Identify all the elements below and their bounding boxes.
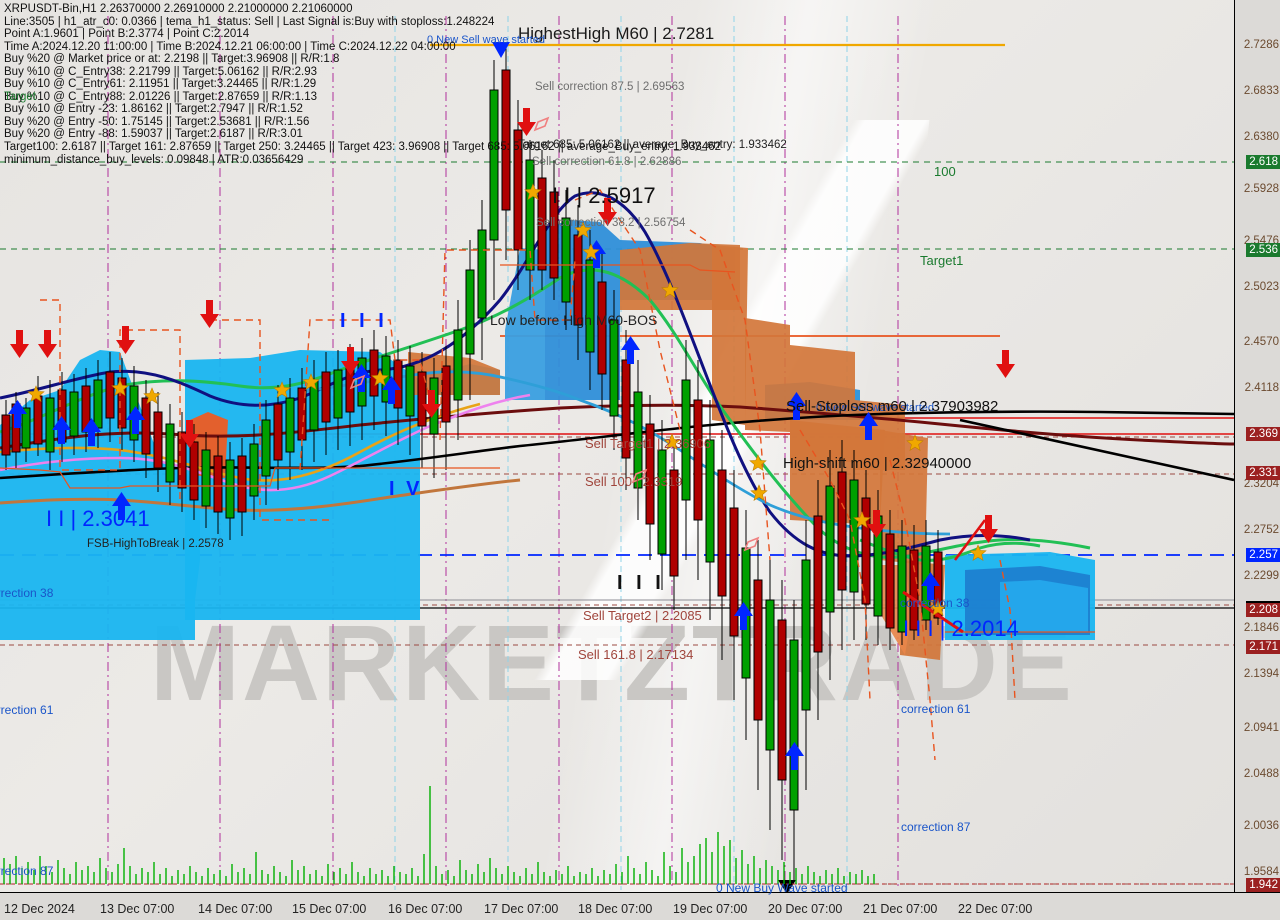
time-tick: 17 Dec 07:00 [484,902,559,916]
info-line: Time A:2024.12.20 11:00:00 | Time B:2024… [4,40,456,53]
price-level-badge: 1.942 [1246,878,1280,892]
annotation-correction38-right: correction 38 [900,596,970,610]
time-tick: 19 Dec 07:00 [673,902,748,916]
price-tick: 2.0036 [1243,820,1279,832]
time-tick: 13 Dec 07:00 [100,902,175,916]
price-tick: 2.7286 [1243,39,1279,51]
price-tick: 2.0488 [1243,768,1279,780]
info-line: Point A:1.9601 | Point B:2.3774 | Point … [4,28,250,41]
overlap-target-label: Target [4,91,36,103]
annotation-wave-iii-dark: I I I [617,572,665,594]
price-level-badge: 2.618 [1246,155,1280,169]
info-line: Line:3505 | h1_atr_c0: 0.0366 | tema_h1_… [4,15,495,28]
annotation-sell-stoploss: Sell-Stoploss m60 | 2.37903982 [786,398,999,415]
info-line: Buy %20 @ Entry -88: 1.59037 || Target:2… [4,128,303,141]
annotation-wave-iii-2-2014: I I I | 2.2014 [903,616,1019,641]
price-tick: 2.6380 [1243,131,1279,143]
price-tick: 2.2299 [1243,570,1279,582]
price-tick: 2.1846 [1243,622,1279,634]
annotation-wave-iv: I V [389,478,423,500]
annotation-correction61-right: correction 61 [901,702,971,716]
annotation-correction87-right: correction 87 [901,820,971,834]
chart-info-panel: XRPUSDT-Bin,H1 2.26370000 2.26910000 2.2… [4,3,721,166]
annotation-wave-iii-blue-left: I I I [340,310,388,332]
price-tick: 2.0941 [1243,722,1279,734]
time-tick: 18 Dec 07:00 [578,902,653,916]
info-line: XRPUSDT-Bin,H1 2.26370000 2.26910000 2.2… [4,3,353,15]
annotation-high-shift: High-shift m60 | 2.32940000 [783,455,972,472]
price-level-badge: 2.369 [1246,427,1280,441]
price-tick: 2.6833 [1243,85,1279,97]
price-tick: 2.2752 [1243,524,1279,536]
price-axis[interactable]: 2.7286 2.6833 2.6380 2.5928 2.5476 2.502… [1234,0,1280,892]
info-line: Buy %10 @ C_Entry88: 2.01226 || Target:2… [4,90,318,103]
info-line: Buy %10 @ C_Entry38: 2.21799 || Target:5… [4,65,318,78]
annotation-sell-correction-382: Sell correction 38.2 | 2.56754 [536,217,686,229]
annotation-sell-1618: Sell 161.8 | 2.17134 [578,647,694,662]
price-tick: 2.5928 [1243,183,1279,195]
annotation-correction38-left: correction 38 [0,586,54,600]
info-line: Target100: 2.6187 || Target 161: 2.87659… [4,141,722,154]
info-line: Buy %10 @ Entry -23: 1.86162 || Target:2… [4,103,303,116]
annotation-sell-target2: Sell Target2 | 2.2085 [583,608,702,623]
info-line: Buy %10 @ C_Entry61: 2.11951 || Target:3… [4,78,317,91]
time-tick: 16 Dec 07:00 [388,902,463,916]
info-line: Buy %20 @ Entry -50: 1.75145 || Target:2… [4,115,310,128]
annotation-wave-ii-2-3041: I I | 2.3041 [46,506,150,531]
bid-price-badge: 2.208 [1246,601,1280,617]
annotation-wave-ii-2-5917: I I | 2.5917 [552,183,656,208]
time-tick: 12 Dec 2024 [4,902,75,916]
annotation-low-before-high: Low before High M60-BOS [490,312,658,328]
annotation-correction87-left: correction 87 [0,864,54,878]
price-tick: 2.4118 [1244,382,1279,394]
time-tick: 20 Dec 07:00 [768,902,843,916]
annotation-fsb-high-to-break: FSB-HighToBreak | 2.2578 [87,538,224,550]
info-line: minimum_distance_buy_levels: 0.09848 | A… [4,153,304,166]
annotation-sell-100: Sell 100 | 2.3319 [585,474,683,489]
annotation-sell-target1: Sell Target1 | 2.36906 [585,436,712,451]
price-tick: 2.1394 [1243,668,1279,680]
info-line: Buy %20 @ Market price or at: 2.2198 || … [4,53,340,66]
annotation-target1: Target1 [920,253,964,268]
price-level-badge: 2.257 [1246,548,1280,562]
time-tick: 15 Dec 07:00 [292,902,367,916]
trendline-black [959,418,1234,482]
price-level-badge: 2.331 [1246,466,1280,480]
price-level-badge: 2.171 [1246,640,1280,654]
annotation-new-buy-wave: 0 New Buy Wave started [716,881,848,895]
time-tick: 14 Dec 07:00 [198,902,273,916]
time-tick: 21 Dec 07:00 [863,902,938,916]
price-tick: 2.4570 [1243,336,1279,348]
price-level-badge: 2.536 [1246,243,1280,257]
trading-chart[interactable]: MARKETZTRADE XRPUSDT-Bin,H1 2.26370000 2… [0,0,1280,920]
time-axis[interactable]: 12 Dec 2024 13 Dec 07:00 14 Dec 07:00 15… [0,892,1280,920]
volume-bars [3,786,875,884]
annotation-correction61-left: correction 61 [0,703,54,717]
time-tick: 22 Dec 07:00 [958,902,1033,916]
price-tick: 2.5023 [1243,281,1279,293]
annotation-level-100: 100 [934,164,956,179]
